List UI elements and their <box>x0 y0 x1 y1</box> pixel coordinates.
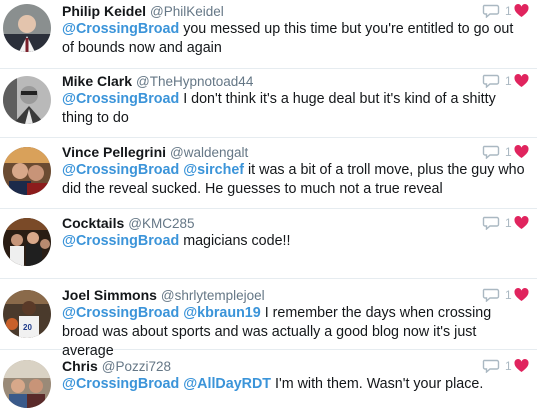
svg-text:20: 20 <box>23 323 32 332</box>
heart-icon[interactable] <box>514 74 529 88</box>
reply-icon[interactable] <box>482 74 500 88</box>
heart-icon[interactable] <box>514 145 529 159</box>
author-handle[interactable]: @Pozzi728 <box>102 359 171 374</box>
mention-link[interactable]: @AllDayRDT <box>183 376 271 392</box>
avatar-photo: 20 <box>3 290 51 338</box>
author-name[interactable]: Chris <box>62 358 98 374</box>
tweet-text: @CrossingBroad @AllDayRDT I'm with them.… <box>62 375 528 394</box>
avatar[interactable]: 20 <box>3 290 51 338</box>
author-handle[interactable]: @shrlytemplejoel <box>161 288 265 303</box>
author-name[interactable]: Joel Simmons <box>62 287 157 303</box>
like-count: 1 <box>505 216 512 230</box>
author-name[interactable]: Cocktails <box>62 215 124 231</box>
avatar[interactable] <box>3 76 51 124</box>
author-handle[interactable]: @KMC285 <box>128 216 194 231</box>
mention-link[interactable]: @kbraun19 <box>183 305 261 321</box>
tweet-actions: 1 <box>482 73 529 89</box>
mention-link[interactable]: @CrossingBroad <box>62 233 179 249</box>
like-count: 1 <box>505 359 512 373</box>
mention-link[interactable]: @CrossingBroad <box>62 21 179 37</box>
heart-icon[interactable] <box>514 216 529 230</box>
avatar[interactable] <box>3 218 51 266</box>
mention-link[interactable]: @sirchef <box>183 162 244 178</box>
heart-icon[interactable] <box>514 359 529 373</box>
tweet-body: I'm with them. Wasn't your place. <box>271 376 484 392</box>
like-count: 1 <box>505 4 512 18</box>
reply-icon[interactable] <box>482 216 500 230</box>
tweet-body: magicians code!! <box>179 233 291 249</box>
mention-link[interactable]: @CrossingBroad <box>62 376 179 392</box>
like-count: 1 <box>505 145 512 159</box>
reply-icon[interactable] <box>482 359 500 373</box>
avatar-photo <box>3 147 51 195</box>
tweet-actions: 1 <box>482 358 529 374</box>
like-count: 1 <box>505 74 512 88</box>
tweet-text: @CrossingBroad magicians code!! <box>62 232 528 251</box>
tweet: Chris @Pozzi728 1 @CrossingBroad @AllDayR… <box>0 349 537 408</box>
tweet: Vince Pellegrini @waldengalt 1 @CrossingB… <box>0 137 537 209</box>
avatar[interactable] <box>3 4 51 52</box>
avatar[interactable] <box>3 147 51 195</box>
avatar-photo <box>3 4 51 52</box>
tweet-actions: 1 <box>482 144 529 160</box>
author-handle[interactable]: @waldengalt <box>170 145 248 160</box>
heart-icon[interactable] <box>514 288 529 302</box>
tweet: Mike Clark @TheHypnotoad44 1 @CrossingBro… <box>0 68 537 138</box>
tweet-text: @CrossingBroad @sirchef it was a bit of … <box>62 161 528 199</box>
avatar-photo <box>3 218 51 266</box>
mention-link[interactable]: @CrossingBroad <box>62 305 179 321</box>
tweet-actions: 1 <box>482 287 529 303</box>
reply-icon[interactable] <box>482 145 500 159</box>
tweet-actions: 1 <box>482 3 529 19</box>
mention-link[interactable]: @CrossingBroad <box>62 162 179 178</box>
author-name[interactable]: Mike Clark <box>62 73 132 89</box>
tweet-actions: 1 <box>482 215 529 231</box>
avatar-photo <box>3 360 51 408</box>
tweet: Cocktails @KMC285 1 @CrossingBroad magici… <box>0 208 537 279</box>
mention-link[interactable]: @CrossingBroad <box>62 91 179 107</box>
tweet: Philip Keidel @PhilKeidel 1 @CrossingBroa… <box>0 0 537 69</box>
avatar[interactable] <box>3 360 51 408</box>
author-handle[interactable]: @PhilKeidel <box>150 4 224 19</box>
heart-icon[interactable] <box>514 4 529 18</box>
author-name[interactable]: Philip Keidel <box>62 3 146 19</box>
author-handle[interactable]: @TheHypnotoad44 <box>136 74 253 89</box>
reply-icon[interactable] <box>482 288 500 302</box>
author-name[interactable]: Vince Pellegrini <box>62 144 166 160</box>
reply-icon[interactable] <box>482 4 500 18</box>
tweet-text: @CrossingBroad you messed up this time b… <box>62 20 528 58</box>
avatar-photo <box>3 76 51 124</box>
tweet-text: @CrossingBroad I don't think it's a huge… <box>62 90 528 128</box>
like-count: 1 <box>505 288 512 302</box>
tweet: 20 Joel Simmons @shrlytemplejoel 1 @Cross… <box>0 278 537 359</box>
